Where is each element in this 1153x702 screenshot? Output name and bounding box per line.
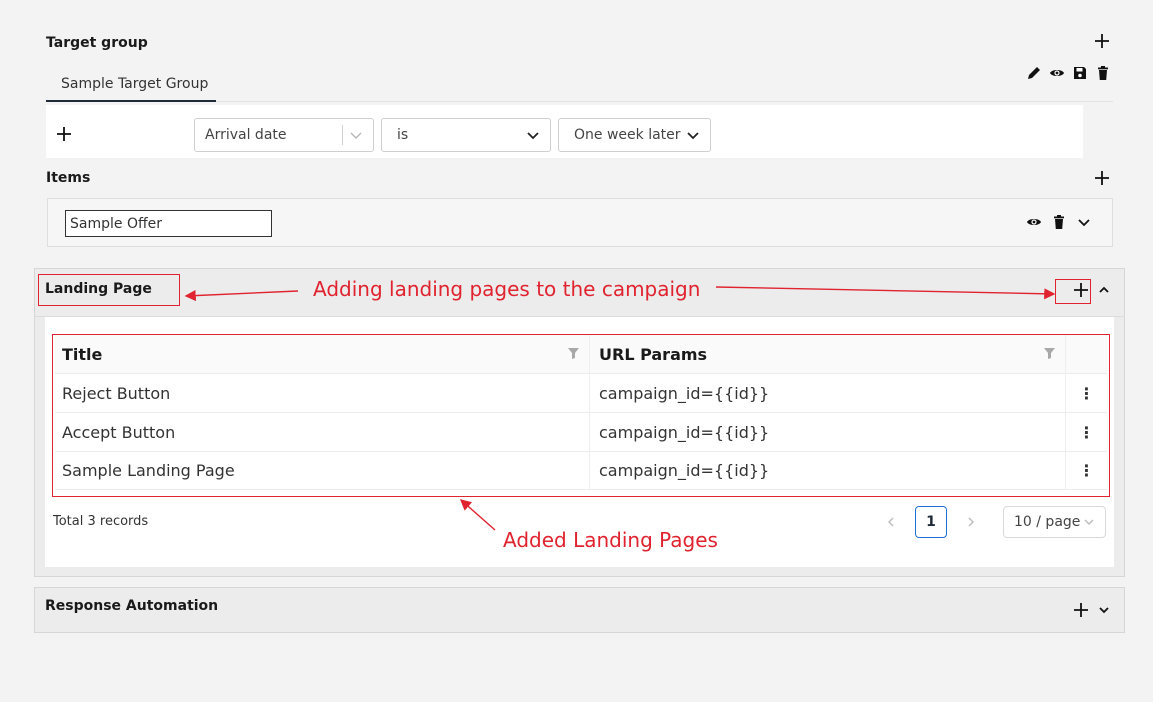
annotation-box-add-button xyxy=(1055,279,1091,304)
tab-divider xyxy=(216,101,1113,102)
prev-page-button[interactable] xyxy=(875,506,907,538)
rule-operator-value: is xyxy=(397,127,409,143)
add-rule-button[interactable] xyxy=(54,124,74,144)
rule-field-value: Arrival date xyxy=(205,127,287,143)
plus-icon xyxy=(1095,34,1109,48)
response-automation-title: Response Automation xyxy=(45,598,219,614)
chevron-right-icon xyxy=(968,517,974,527)
chevron-down-icon xyxy=(1084,519,1094,525)
chevron-down-icon xyxy=(1099,607,1109,614)
add-response-automation-button[interactable] xyxy=(1071,600,1091,620)
annotation-adding-text: Adding landing pages to the campaign xyxy=(313,277,701,301)
item-actions xyxy=(1026,214,1092,230)
tab-sample-target-group[interactable]: Sample Target Group xyxy=(46,64,216,102)
edit-button[interactable] xyxy=(1026,65,1042,81)
rule-field-select[interactable]: Arrival date xyxy=(194,118,374,152)
expand-response-automation-button[interactable] xyxy=(1094,600,1114,620)
expand-item-button[interactable] xyxy=(1076,214,1092,230)
annotation-box-table xyxy=(52,334,1110,497)
page-size-value: 10 / page xyxy=(1014,514,1081,530)
items-title: Items xyxy=(46,170,91,186)
page-size-select[interactable]: 10 / page xyxy=(1003,506,1106,538)
chevron-down-icon xyxy=(687,132,699,140)
total-records: Total 3 records xyxy=(53,514,149,529)
delete-item-button[interactable] xyxy=(1051,214,1067,230)
target-group-title: Target group xyxy=(46,35,148,51)
offer-name-input[interactable] xyxy=(65,210,272,237)
save-button[interactable] xyxy=(1072,65,1088,81)
chevron-left-icon xyxy=(888,517,894,527)
target-group-actions xyxy=(1026,65,1111,81)
save-icon xyxy=(1074,67,1086,79)
select-divider xyxy=(342,125,343,145)
add-target-group-button[interactable] xyxy=(1092,31,1112,51)
plus-icon xyxy=(1095,171,1109,185)
rule-operator-select[interactable]: is xyxy=(381,118,551,152)
view-button[interactable] xyxy=(1049,65,1065,81)
page-1-button[interactable]: 1 xyxy=(915,506,947,538)
chevron-down-icon xyxy=(527,132,539,140)
annotation-added-text: Added Landing Pages xyxy=(503,528,718,552)
rule-value-select[interactable]: One week later xyxy=(558,118,711,152)
collapse-landing-page-button[interactable] xyxy=(1094,280,1114,300)
pencil-icon xyxy=(1028,67,1040,79)
view-item-button[interactable] xyxy=(1026,214,1042,230)
plus-icon xyxy=(57,127,71,141)
rule-value-value: One week later xyxy=(574,127,681,143)
next-page-button[interactable] xyxy=(955,506,987,538)
trash-icon xyxy=(1098,66,1108,80)
chevron-up-icon xyxy=(1099,286,1109,293)
annotation-box-landing-title xyxy=(38,274,180,306)
delete-button[interactable] xyxy=(1095,65,1111,81)
eye-icon xyxy=(1027,219,1041,225)
plus-icon xyxy=(1074,603,1088,617)
chevron-down-icon xyxy=(1078,219,1090,227)
chevron-down-icon xyxy=(350,132,362,139)
add-item-button[interactable] xyxy=(1092,168,1112,188)
trash-icon xyxy=(1054,215,1064,229)
eye-icon xyxy=(1050,70,1064,76)
